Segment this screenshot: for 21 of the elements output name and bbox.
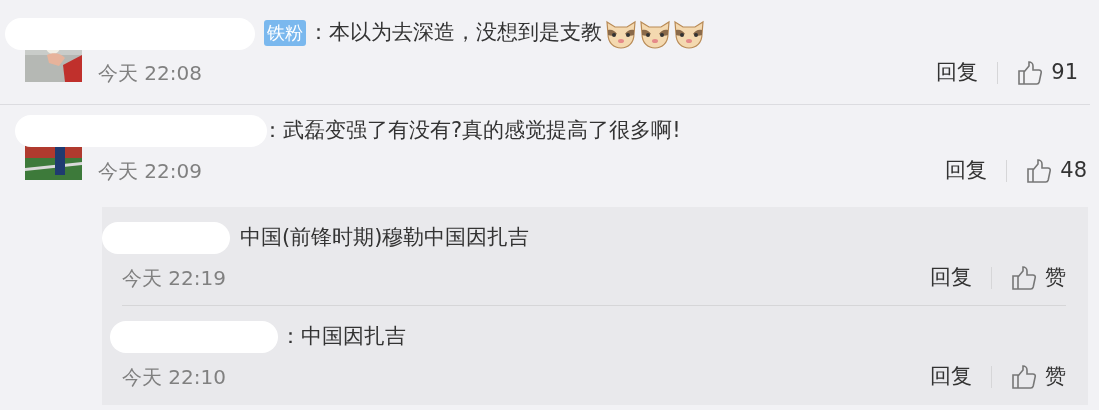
thumbs-up-icon[interactable] xyxy=(1011,265,1037,291)
like-count: 91 xyxy=(1051,59,1078,87)
comment-time: 今天 22:08 xyxy=(98,60,202,87)
reply-time: 今天 22:10 xyxy=(122,364,226,391)
like-count: 赞 xyxy=(1045,363,1066,391)
thumbs-up-icon[interactable] xyxy=(1011,364,1037,390)
like-count: 赞 xyxy=(1045,264,1066,292)
comment-text: ：武磊变强了有没有?真的感觉提高了很多啊! xyxy=(262,117,681,145)
reply-text: 中国(前锋时期)穆勒中国因扎吉 xyxy=(240,224,530,252)
thumbs-up-icon[interactable] xyxy=(1017,60,1044,86)
fan-badge: 铁粉 xyxy=(264,20,306,46)
reply-time: 今天 22:19 xyxy=(122,265,226,292)
comment-time: 今天 22:09 xyxy=(98,158,202,185)
reply-link[interactable]: 回复 xyxy=(945,155,988,187)
reply-link[interactable]: 回复 xyxy=(936,57,979,89)
like-count: 48 xyxy=(1060,157,1087,185)
reply-link[interactable]: 回复 xyxy=(930,361,972,393)
reply-text: ：中国因扎吉 xyxy=(280,323,406,351)
thumbs-up-icon[interactable] xyxy=(1026,158,1053,184)
reply-link[interactable]: 回复 xyxy=(930,262,972,294)
comment-text: ：本以为去深造，没想到是支教 xyxy=(308,19,602,47)
